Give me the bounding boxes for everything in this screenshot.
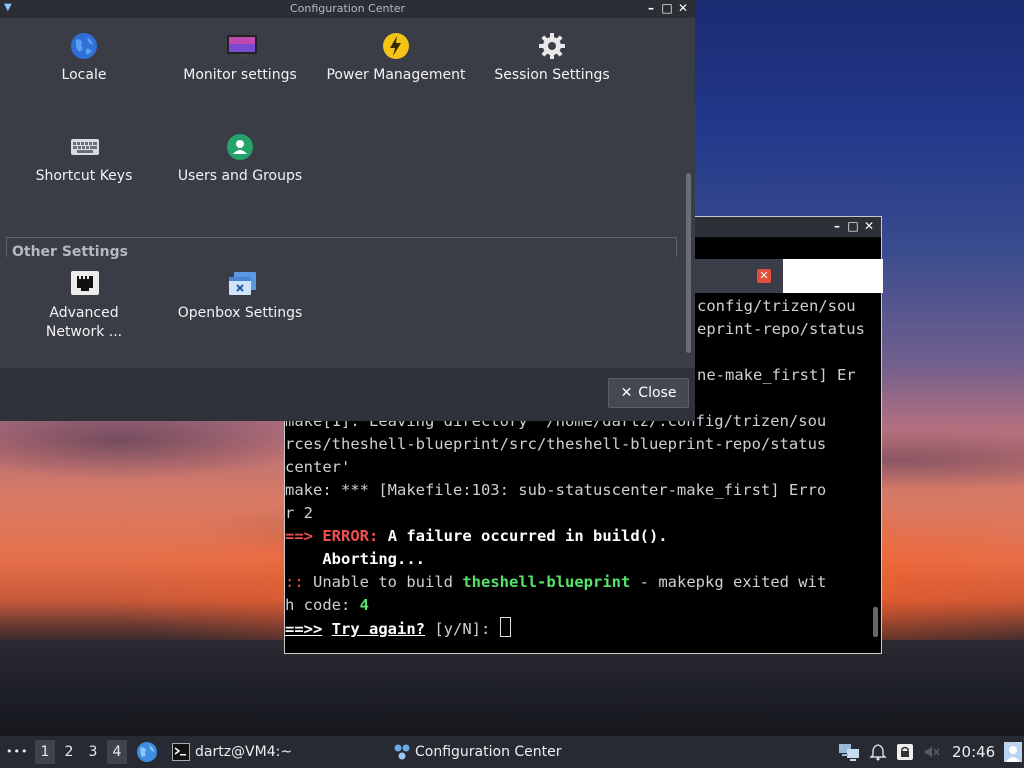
setting-label: Power Management — [326, 67, 466, 83]
config-task-icon — [393, 743, 411, 761]
lightning-icon — [382, 32, 410, 60]
section-divider-right — [676, 237, 677, 257]
workspace-3[interactable]: 3 — [83, 740, 103, 764]
clock[interactable]: 20:46 — [952, 736, 995, 768]
unable-line: :: Unable to build theshell-blueprint - … — [285, 571, 869, 594]
exit-code-label: h code: — [285, 596, 351, 614]
scrollbar-thumb[interactable] — [686, 173, 691, 353]
workspace-4[interactable]: 4 — [107, 740, 127, 764]
setting-label: Shortcut Keys — [35, 168, 133, 184]
user-icon — [226, 133, 254, 161]
windows-icon — [226, 270, 256, 298]
error-label: ERROR: — [322, 527, 379, 545]
prompt-arrow: ==>> — [285, 620, 323, 638]
workspace-2[interactable]: 2 — [59, 740, 79, 764]
configuration-center-window[interactable]: ▼ Configuration Center – □ ✕ Locale Moni… — [0, 0, 695, 421]
unable-text: Unable to build — [313, 573, 453, 591]
unable-prefix: :: — [285, 573, 304, 591]
setting-label: Monitor settings — [183, 67, 297, 83]
package-name: theshell-blueprint — [462, 573, 631, 591]
settings-grid: Locale Monitor settings Power Management… — [0, 18, 683, 368]
aborting-text: Aborting... — [322, 550, 425, 568]
setting-label: Advanced Network ... — [45, 305, 123, 340]
prompt-options: [y/N]: — [434, 620, 491, 638]
lock-icon[interactable] — [896, 743, 914, 760]
minimize-icon[interactable]: – — [831, 219, 843, 233]
setting-advanced-network[interactable]: Advanced Network ... — [9, 270, 159, 342]
setting-label: Openbox Settings — [177, 305, 303, 321]
close-button[interactable]: ✕ Close — [608, 378, 689, 408]
setting-label: Session Settings — [494, 67, 610, 83]
minimize-icon[interactable]: – — [645, 1, 657, 15]
section-divider — [6, 237, 676, 238]
terminal-tab[interactable] — [783, 259, 883, 293]
text-cursor[interactable] — [499, 617, 511, 637]
section-divider-left — [6, 237, 7, 257]
setting-shortcut-keys[interactable]: Shortcut Keys — [9, 133, 159, 186]
setting-locale[interactable]: Locale — [9, 32, 159, 85]
terminal-scrollbar[interactable] — [873, 607, 878, 637]
tab-close-icon[interactable]: ✕ — [757, 269, 771, 283]
network-tray-icon[interactable] — [838, 742, 860, 762]
error-line: ==> ERROR: A failure occurred in build()… — [285, 525, 869, 548]
prompt-question: Try again? — [331, 620, 425, 638]
setting-users-groups[interactable]: Users and Groups — [165, 133, 315, 186]
close-icon: ✕ — [620, 385, 633, 401]
close-icon[interactable]: ✕ — [863, 219, 875, 233]
browser-icon[interactable] — [136, 741, 158, 763]
globe-icon — [70, 32, 98, 60]
maximize-icon[interactable]: □ — [847, 219, 859, 233]
exit-code: 4 — [359, 596, 370, 614]
setting-session[interactable]: Session Settings — [477, 32, 627, 85]
gear-icon — [538, 32, 566, 60]
wallpaper-horizon — [0, 640, 1024, 736]
terminal-task-icon — [172, 743, 190, 761]
close-icon[interactable]: ✕ — [677, 1, 689, 15]
network-icon — [70, 270, 99, 298]
error-arrow: ==> — [285, 527, 313, 545]
taskbar-task-config[interactable]: Configuration Center — [415, 736, 562, 768]
maximize-icon[interactable]: □ — [661, 1, 673, 15]
prompt-line[interactable]: ==>> Try again? [y/N]: — [285, 617, 869, 640]
user-avatar-icon[interactable] — [1004, 742, 1022, 762]
taskbar: ••• 1 2 3 4 dartz@VM4:~ Configuration Ce… — [0, 736, 1024, 768]
keyboard-icon — [70, 133, 99, 161]
setting-monitor[interactable]: Monitor settings — [165, 32, 315, 85]
terminal-line: center' — [285, 458, 351, 476]
terminal-line: r 2 — [285, 504, 313, 522]
error-message: A failure occurred in build(). — [387, 527, 668, 545]
config-titlebar[interactable]: ▼ Configuration Center – □ ✕ — [0, 0, 695, 18]
setting-openbox[interactable]: Openbox Settings — [165, 270, 315, 323]
terminal-line: rces/theshell-blueprint/src/theshell-blu… — [285, 435, 827, 453]
setting-power[interactable]: Power Management — [321, 32, 471, 85]
taskbar-task-terminal[interactable]: dartz@VM4:~ — [195, 736, 292, 768]
monitor-icon — [226, 32, 257, 60]
setting-label: Locale — [61, 67, 107, 83]
app-menu-button[interactable]: ••• — [6, 736, 28, 768]
section-title: Other Settings — [12, 244, 128, 260]
window-title: Configuration Center — [289, 2, 406, 15]
aborting-line: Aborting... — [285, 548, 869, 571]
bell-icon[interactable] — [869, 743, 887, 761]
exit-code-line: h code: 4 — [285, 594, 869, 617]
config-scrollbar[interactable] — [685, 18, 695, 368]
terminal-line: make: *** [Makefile:103: sub-statuscente… — [285, 481, 827, 499]
setting-label: Users and Groups — [177, 168, 303, 184]
config-button-bar: ✕ Close — [0, 368, 695, 421]
unable-suffix: - makepkg exited wit — [639, 573, 827, 591]
close-button-label: Close — [638, 385, 677, 401]
workspace-1[interactable]: 1 — [35, 740, 55, 764]
volume-muted-icon[interactable] — [923, 743, 941, 759]
